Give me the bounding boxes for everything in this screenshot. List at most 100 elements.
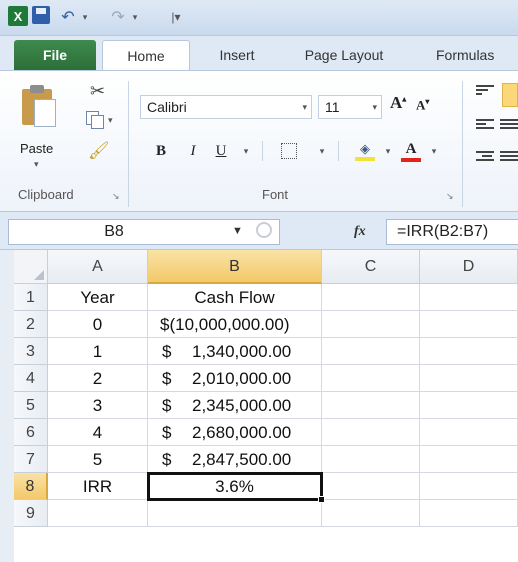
font-color-dropdown-icon[interactable]: ▾ (428, 139, 440, 163)
tab-file[interactable]: File (14, 40, 96, 70)
cell-c8[interactable] (322, 473, 420, 500)
italic-button[interactable]: I (182, 139, 204, 163)
fill-color-dropdown-icon[interactable]: ▾ (382, 139, 394, 163)
cell-c1[interactable] (322, 284, 420, 311)
insert-function-icon[interactable]: fx (354, 224, 366, 240)
borders-icon[interactable] (278, 139, 300, 163)
column-header-a[interactable]: A (48, 250, 148, 284)
tab-page-layout[interactable]: Page Layout (284, 40, 404, 70)
fill-handle[interactable] (318, 496, 325, 503)
cell-b2[interactable]: $(10,000,000.00) (148, 311, 322, 338)
font-launcher-icon[interactable]: ↘ (446, 191, 454, 202)
bold-button[interactable]: B (150, 139, 172, 163)
align-top-icon[interactable] (476, 85, 494, 101)
cell-b9[interactable] (148, 500, 322, 527)
align-middle-icon[interactable] (502, 83, 518, 107)
cell-c7[interactable] (322, 446, 420, 473)
cell-d8[interactable] (420, 473, 518, 500)
clipboard-launcher-icon[interactable]: ↘ (112, 191, 120, 202)
cell-b1[interactable]: Cash Flow (148, 284, 322, 311)
underline-dropdown-icon[interactable]: ▾ (240, 139, 252, 163)
column-header-c[interactable]: C (322, 250, 420, 284)
cell-c9[interactable] (322, 500, 420, 527)
underline-button[interactable]: U (210, 139, 232, 163)
row-header-4[interactable]: 4 (14, 365, 48, 392)
cell-c4[interactable] (322, 365, 420, 392)
cell-d9[interactable] (420, 500, 518, 527)
cell-b4[interactable]: $2,010,000.00 (148, 365, 322, 392)
decrease-indent-icon[interactable] (476, 151, 494, 167)
row-header-1[interactable]: 1 (14, 284, 48, 311)
copy-icon[interactable] (86, 111, 104, 129)
redo-dropdown-icon[interactable]: ▾ (130, 6, 140, 28)
undo-icon[interactable]: ↶ (58, 6, 78, 28)
customize-qat-icon[interactable]: |▾ (170, 6, 182, 28)
cash-flow-amount: 2,010,000.00 (192, 369, 292, 388)
cell-b7[interactable]: $2,847,500.00 (148, 446, 322, 473)
cell-c5[interactable] (322, 392, 420, 419)
borders-dropdown-icon[interactable]: ▾ (316, 139, 328, 163)
undo-dropdown-icon[interactable]: ▾ (80, 6, 90, 28)
cell-c3[interactable] (322, 338, 420, 365)
cell-a4[interactable]: 2 (48, 365, 148, 392)
paste-icon[interactable] (22, 83, 58, 127)
font-color-icon[interactable]: A (398, 139, 424, 163)
cell-a3[interactable]: 1 (48, 338, 148, 365)
save-icon[interactable] (32, 6, 50, 24)
cell-d7[interactable] (420, 446, 518, 473)
currency-symbol: $ (162, 396, 172, 415)
cell-c6[interactable] (322, 419, 420, 446)
tab-formulas[interactable]: Formulas (412, 40, 518, 70)
row-header-9[interactable]: 9 (14, 500, 48, 527)
select-all-button[interactable] (14, 250, 48, 284)
paste-dropdown-icon[interactable]: ▾ (34, 159, 39, 170)
font-name-dropdown-icon[interactable]: ▾ (302, 96, 307, 118)
cell-a7[interactable]: 5 (48, 446, 148, 473)
name-box-dropdown-icon[interactable]: ▼ (232, 225, 243, 237)
font-size-select[interactable]: 11 ▾ (318, 95, 382, 119)
cell-d4[interactable] (420, 365, 518, 392)
format-painter-icon[interactable]: 🖌 (88, 141, 110, 161)
column-header-d[interactable]: D (420, 250, 518, 284)
fill-color-icon[interactable]: ◈ (352, 139, 378, 163)
copy-dropdown-icon[interactable]: ▾ (108, 115, 113, 126)
excel-logo-icon[interactable]: X (8, 6, 28, 26)
formula-input[interactable]: =IRR(B2:B7) (386, 219, 518, 245)
cell-d6[interactable] (420, 419, 518, 446)
paste-button[interactable]: Paste (20, 141, 53, 156)
cell-d1[interactable] (420, 284, 518, 311)
cell-a1[interactable]: Year (48, 284, 148, 311)
font-name-select[interactable]: Calibri ▾ (140, 95, 312, 119)
cell-b3[interactable]: $1,340,000.00 (148, 338, 322, 365)
font-name-value: Calibri (147, 99, 187, 115)
shrink-font-icon[interactable]: A▾ (416, 97, 429, 113)
cell-b5[interactable]: $2,345,000.00 (148, 392, 322, 419)
grow-font-icon[interactable]: A▴ (390, 93, 406, 113)
cell-d5[interactable] (420, 392, 518, 419)
tab-insert[interactable]: Insert (198, 40, 276, 70)
cell-b6[interactable]: $2,680,000.00 (148, 419, 322, 446)
font-size-dropdown-icon[interactable]: ▾ (372, 96, 377, 118)
cell-a5[interactable]: 3 (48, 392, 148, 419)
cell-a8[interactable]: IRR (48, 473, 148, 500)
column-header-b[interactable]: B (148, 250, 322, 284)
cut-icon[interactable]: ✂ (90, 81, 105, 102)
align-left-icon[interactable] (476, 119, 494, 135)
cell-a6[interactable]: 4 (48, 419, 148, 446)
row-header-3[interactable]: 3 (14, 338, 48, 365)
cell-a9[interactable] (48, 500, 148, 527)
row-header-8[interactable]: 8 (14, 473, 48, 500)
cell-d3[interactable] (420, 338, 518, 365)
row-header-5[interactable]: 5 (14, 392, 48, 419)
cash-flow-amount: 1,340,000.00 (192, 342, 292, 361)
cell-a2[interactable]: 0 (48, 311, 148, 338)
row-header-6[interactable]: 6 (14, 419, 48, 446)
redo-icon[interactable]: ↷ (108, 6, 128, 28)
align-center-icon[interactable] (500, 119, 518, 135)
increase-indent-icon[interactable] (500, 151, 518, 167)
row-header-7[interactable]: 7 (14, 446, 48, 473)
row-header-2[interactable]: 2 (14, 311, 48, 338)
cell-c2[interactable] (322, 311, 420, 338)
cell-d2[interactable] (420, 311, 518, 338)
tab-home[interactable]: Home (102, 40, 190, 70)
